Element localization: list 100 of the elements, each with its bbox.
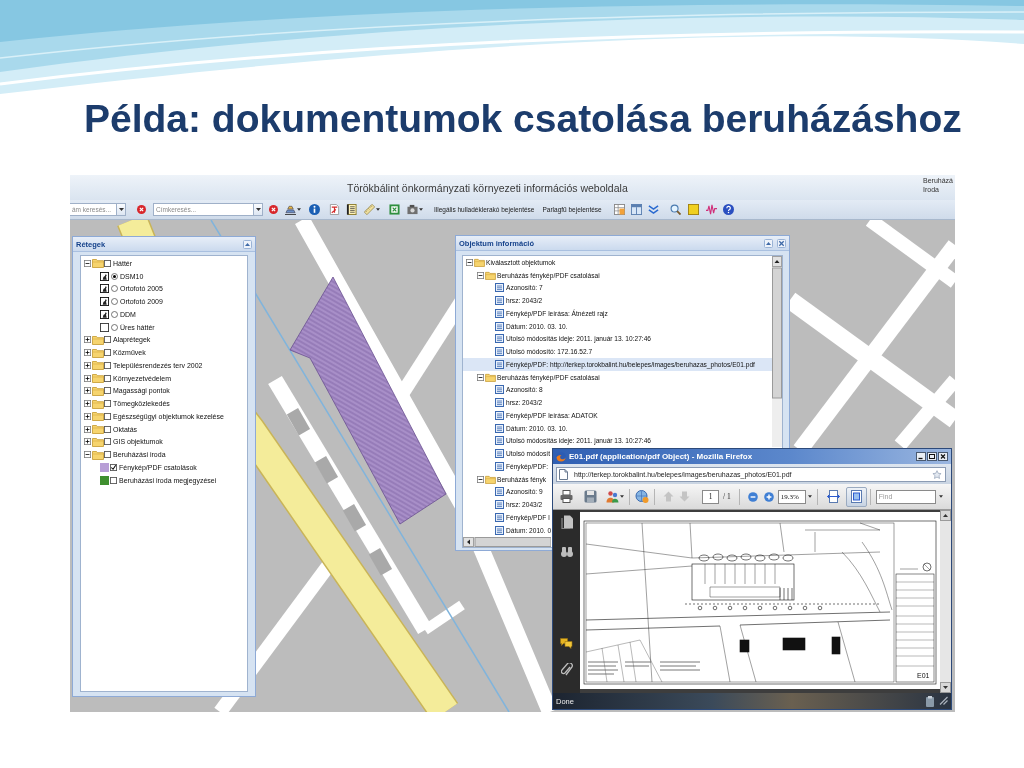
tree-toggle-icon[interactable] xyxy=(84,361,91,369)
tree-toggle-icon[interactable] xyxy=(84,425,91,433)
caret-icon[interactable] xyxy=(620,495,624,498)
folder-icon xyxy=(474,257,485,267)
clear-icon[interactable] xyxy=(137,205,146,214)
list-icon xyxy=(495,525,504,535)
dropdown-button[interactable] xyxy=(117,203,126,216)
layer-checkbox[interactable] xyxy=(104,361,111,369)
tree-toggle-icon[interactable] xyxy=(84,387,91,395)
folder-icon xyxy=(92,436,104,447)
caret-icon[interactable] xyxy=(376,208,380,211)
double-chevron-icon[interactable] xyxy=(647,204,659,215)
pages-icon[interactable] xyxy=(560,515,573,529)
camera-icon[interactable] xyxy=(407,204,418,215)
layer-radio[interactable] xyxy=(111,272,118,280)
save-icon[interactable] xyxy=(584,490,597,503)
list-icon xyxy=(495,500,504,510)
list-icon xyxy=(495,423,504,433)
window-title: E01.pdf (application/pdf Object) - Mozilla Firefox xyxy=(569,452,753,461)
collapse-icon[interactable] xyxy=(764,238,773,248)
tree-toggle-icon[interactable] xyxy=(477,475,484,483)
pdf-document-icon[interactable] xyxy=(329,204,340,215)
layer-stack-icon[interactable] xyxy=(285,204,296,215)
paperclip-icon[interactable] xyxy=(560,663,573,677)
tree-toggle-icon[interactable] xyxy=(84,438,91,446)
tree-toggle-icon[interactable] xyxy=(84,349,91,357)
waveform-icon[interactable] xyxy=(705,204,717,215)
building-block xyxy=(368,548,393,576)
collapse-icon[interactable] xyxy=(243,239,252,249)
tree-toggle-icon[interactable] xyxy=(84,412,91,420)
fit-page-button[interactable] xyxy=(845,486,867,507)
layer-checkbox[interactable] xyxy=(104,336,111,344)
help-icon[interactable] xyxy=(722,204,734,215)
list-icon xyxy=(495,449,504,459)
layer-checkbox[interactable] xyxy=(104,259,111,267)
tree-toggle-icon[interactable] xyxy=(477,373,484,381)
tree-toggle-icon[interactable] xyxy=(84,259,91,267)
vertical-scrollbar[interactable] xyxy=(940,510,951,693)
layer-checkbox[interactable] xyxy=(104,387,111,395)
tree-toggle-icon[interactable] xyxy=(84,451,91,459)
table-icon[interactable] xyxy=(613,204,625,215)
resize-grip-icon[interactable] xyxy=(938,695,948,707)
layer-checkbox[interactable] xyxy=(110,476,117,484)
layer-checkbox[interactable] xyxy=(104,412,111,420)
folder-icon xyxy=(92,398,104,409)
search-icon[interactable] xyxy=(669,204,681,215)
tree-toggle-icon[interactable] xyxy=(466,258,473,266)
tree-toggle-icon[interactable] xyxy=(84,374,91,382)
horizontal-scrollbar[interactable] xyxy=(463,536,551,547)
layer-radio[interactable] xyxy=(111,323,118,331)
highlighted-parcel[interactable] xyxy=(289,276,447,525)
square-icon[interactable] xyxy=(687,204,699,215)
folder-icon xyxy=(92,258,104,269)
layer-checkbox[interactable] xyxy=(104,349,111,357)
layer-checkbox[interactable] xyxy=(104,374,111,382)
blank-layer-icon xyxy=(100,322,109,332)
maximize-icon[interactable] xyxy=(927,452,937,461)
folder-icon xyxy=(485,270,496,280)
layer-checkbox[interactable] xyxy=(104,438,111,446)
caret-icon[interactable] xyxy=(297,208,301,211)
caret-icon xyxy=(118,208,124,211)
globe-icon[interactable] xyxy=(635,490,649,503)
layer-checkbox[interactable] xyxy=(104,400,111,408)
star-icon[interactable] xyxy=(932,469,942,479)
people-icon[interactable] xyxy=(606,490,619,503)
comments-icon[interactable] xyxy=(560,637,573,649)
folder-icon xyxy=(92,347,104,358)
caret-icon[interactable] xyxy=(419,208,423,211)
list-icon xyxy=(495,461,504,471)
clear-icon[interactable] xyxy=(269,205,278,214)
zoom-out-icon[interactable] xyxy=(747,491,758,502)
clipboard-icon[interactable] xyxy=(925,695,935,707)
list-icon xyxy=(495,398,504,408)
layer-checkbox[interactable] xyxy=(104,451,111,459)
close-icon[interactable] xyxy=(938,452,948,461)
vertical-scrollbar[interactable] xyxy=(772,256,782,447)
layer-radio[interactable] xyxy=(111,298,118,306)
layer-radio[interactable] xyxy=(111,310,118,318)
print-icon[interactable] xyxy=(560,490,573,503)
caret-icon[interactable] xyxy=(807,495,812,498)
spreadsheet-icon[interactable] xyxy=(389,204,400,215)
caret-icon[interactable] xyxy=(938,495,943,498)
zoom-in-icon[interactable] xyxy=(763,491,774,502)
tree-toggle-icon[interactable] xyxy=(84,400,91,408)
dropdown-button[interactable] xyxy=(254,203,263,216)
layer-checkbox[interactable] xyxy=(110,463,117,471)
binoculars-icon[interactable] xyxy=(560,546,573,557)
layer-checkbox[interactable] xyxy=(104,425,111,433)
tree-toggle-icon[interactable] xyxy=(84,336,91,344)
tree-toggle-icon[interactable] xyxy=(477,271,484,279)
minimize-icon[interactable] xyxy=(916,452,926,461)
folder-icon xyxy=(92,360,104,371)
layer-thumbnail-icon xyxy=(100,284,109,294)
folder-icon xyxy=(92,373,104,384)
window-icon[interactable] xyxy=(630,204,642,215)
layer-radio[interactable] xyxy=(111,285,118,293)
folder-icon xyxy=(92,385,104,396)
notebook-icon[interactable] xyxy=(346,204,357,215)
info-icon[interactable] xyxy=(309,204,320,215)
layer-thumbnail-icon xyxy=(100,297,109,307)
